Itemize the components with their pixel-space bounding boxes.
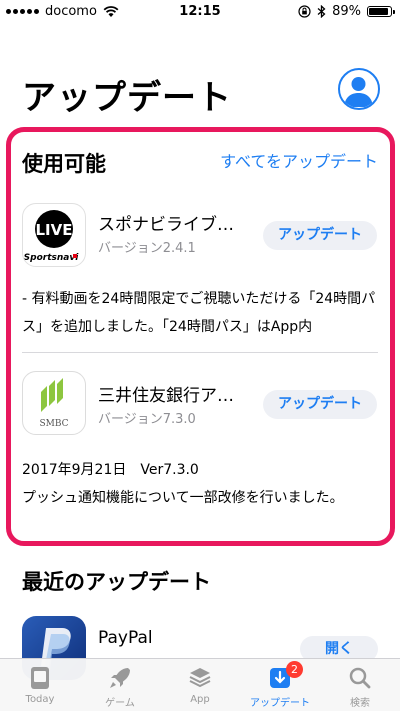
smbc-app-icon[interactable]: SMBC [22,371,86,435]
tab-label: Today [25,694,55,705]
smbc-logo-icon: SMBC [39,378,69,429]
smbc-update-button[interactable]: アップデート [263,390,377,419]
search-icon [349,667,371,689]
person-icon [344,77,373,107]
tab-label: アップデート [250,698,310,709]
page-title: アップデート [22,78,232,118]
app-name: 三井住友銀行ア… [98,386,234,406]
release-notes[interactable]: - 有料動画を24時間限定でご視聴いただける「24時間パス」を追加しました。「2… [22,285,378,341]
tab-bar: Today ゲーム App 2 アップデート 検索 [0,658,400,711]
battery-icon [367,6,395,17]
sportsnavi-live-app-icon[interactable]: LIVE Sportsnavi [22,203,86,267]
tab-label: 検索 [350,698,370,709]
app-version: バージョン7.3.0 [98,412,196,427]
account-avatar[interactable] [338,68,380,110]
update-all-link[interactable]: すべてをアップデート [220,148,378,172]
app-name: スポナビライブ… [98,215,234,235]
release-notes-date[interactable]: 2017年9月21日 Ver7.3.0 [22,456,378,484]
layers-icon [189,668,211,688]
svg-text:Sportsnavi: Sportsnavi [24,253,80,263]
svg-text:SMBC: SMBC [39,419,68,429]
battery-percent: 89% [332,4,361,19]
tab-label: ゲーム [105,698,135,709]
sportsnavi-update-button[interactable]: アップデート [263,221,377,250]
status-bar: docomo 12:15 89% [0,0,400,24]
release-notes[interactable]: プッシュ通知機能について一部改修を行いました。 [22,484,378,512]
available-section-title: 使用可能 [22,152,106,176]
rocket-icon [110,668,130,688]
svg-text:LIVE: LIVE [36,221,73,239]
tab-today[interactable]: Today [0,659,80,711]
app-name: PayPal [98,628,153,648]
today-icon [31,667,49,689]
tab-games[interactable]: ゲーム [80,659,160,711]
updates-count-badge: 2 [286,661,303,678]
tab-apps[interactable]: App [160,659,240,711]
tab-updates[interactable]: 2 アップデート [240,659,320,711]
tab-label: App [190,694,210,705]
sportsnavi-logo-icon: LIVE Sportsnavi [24,210,80,263]
divider [22,352,378,353]
orientation-lock-icon [298,5,311,18]
app-version: バージョン2.4.1 [98,241,196,256]
tab-search[interactable]: 検索 [320,659,400,711]
recent-updates-title: 最近のアップデート [22,570,211,594]
bluetooth-icon [317,5,326,18]
